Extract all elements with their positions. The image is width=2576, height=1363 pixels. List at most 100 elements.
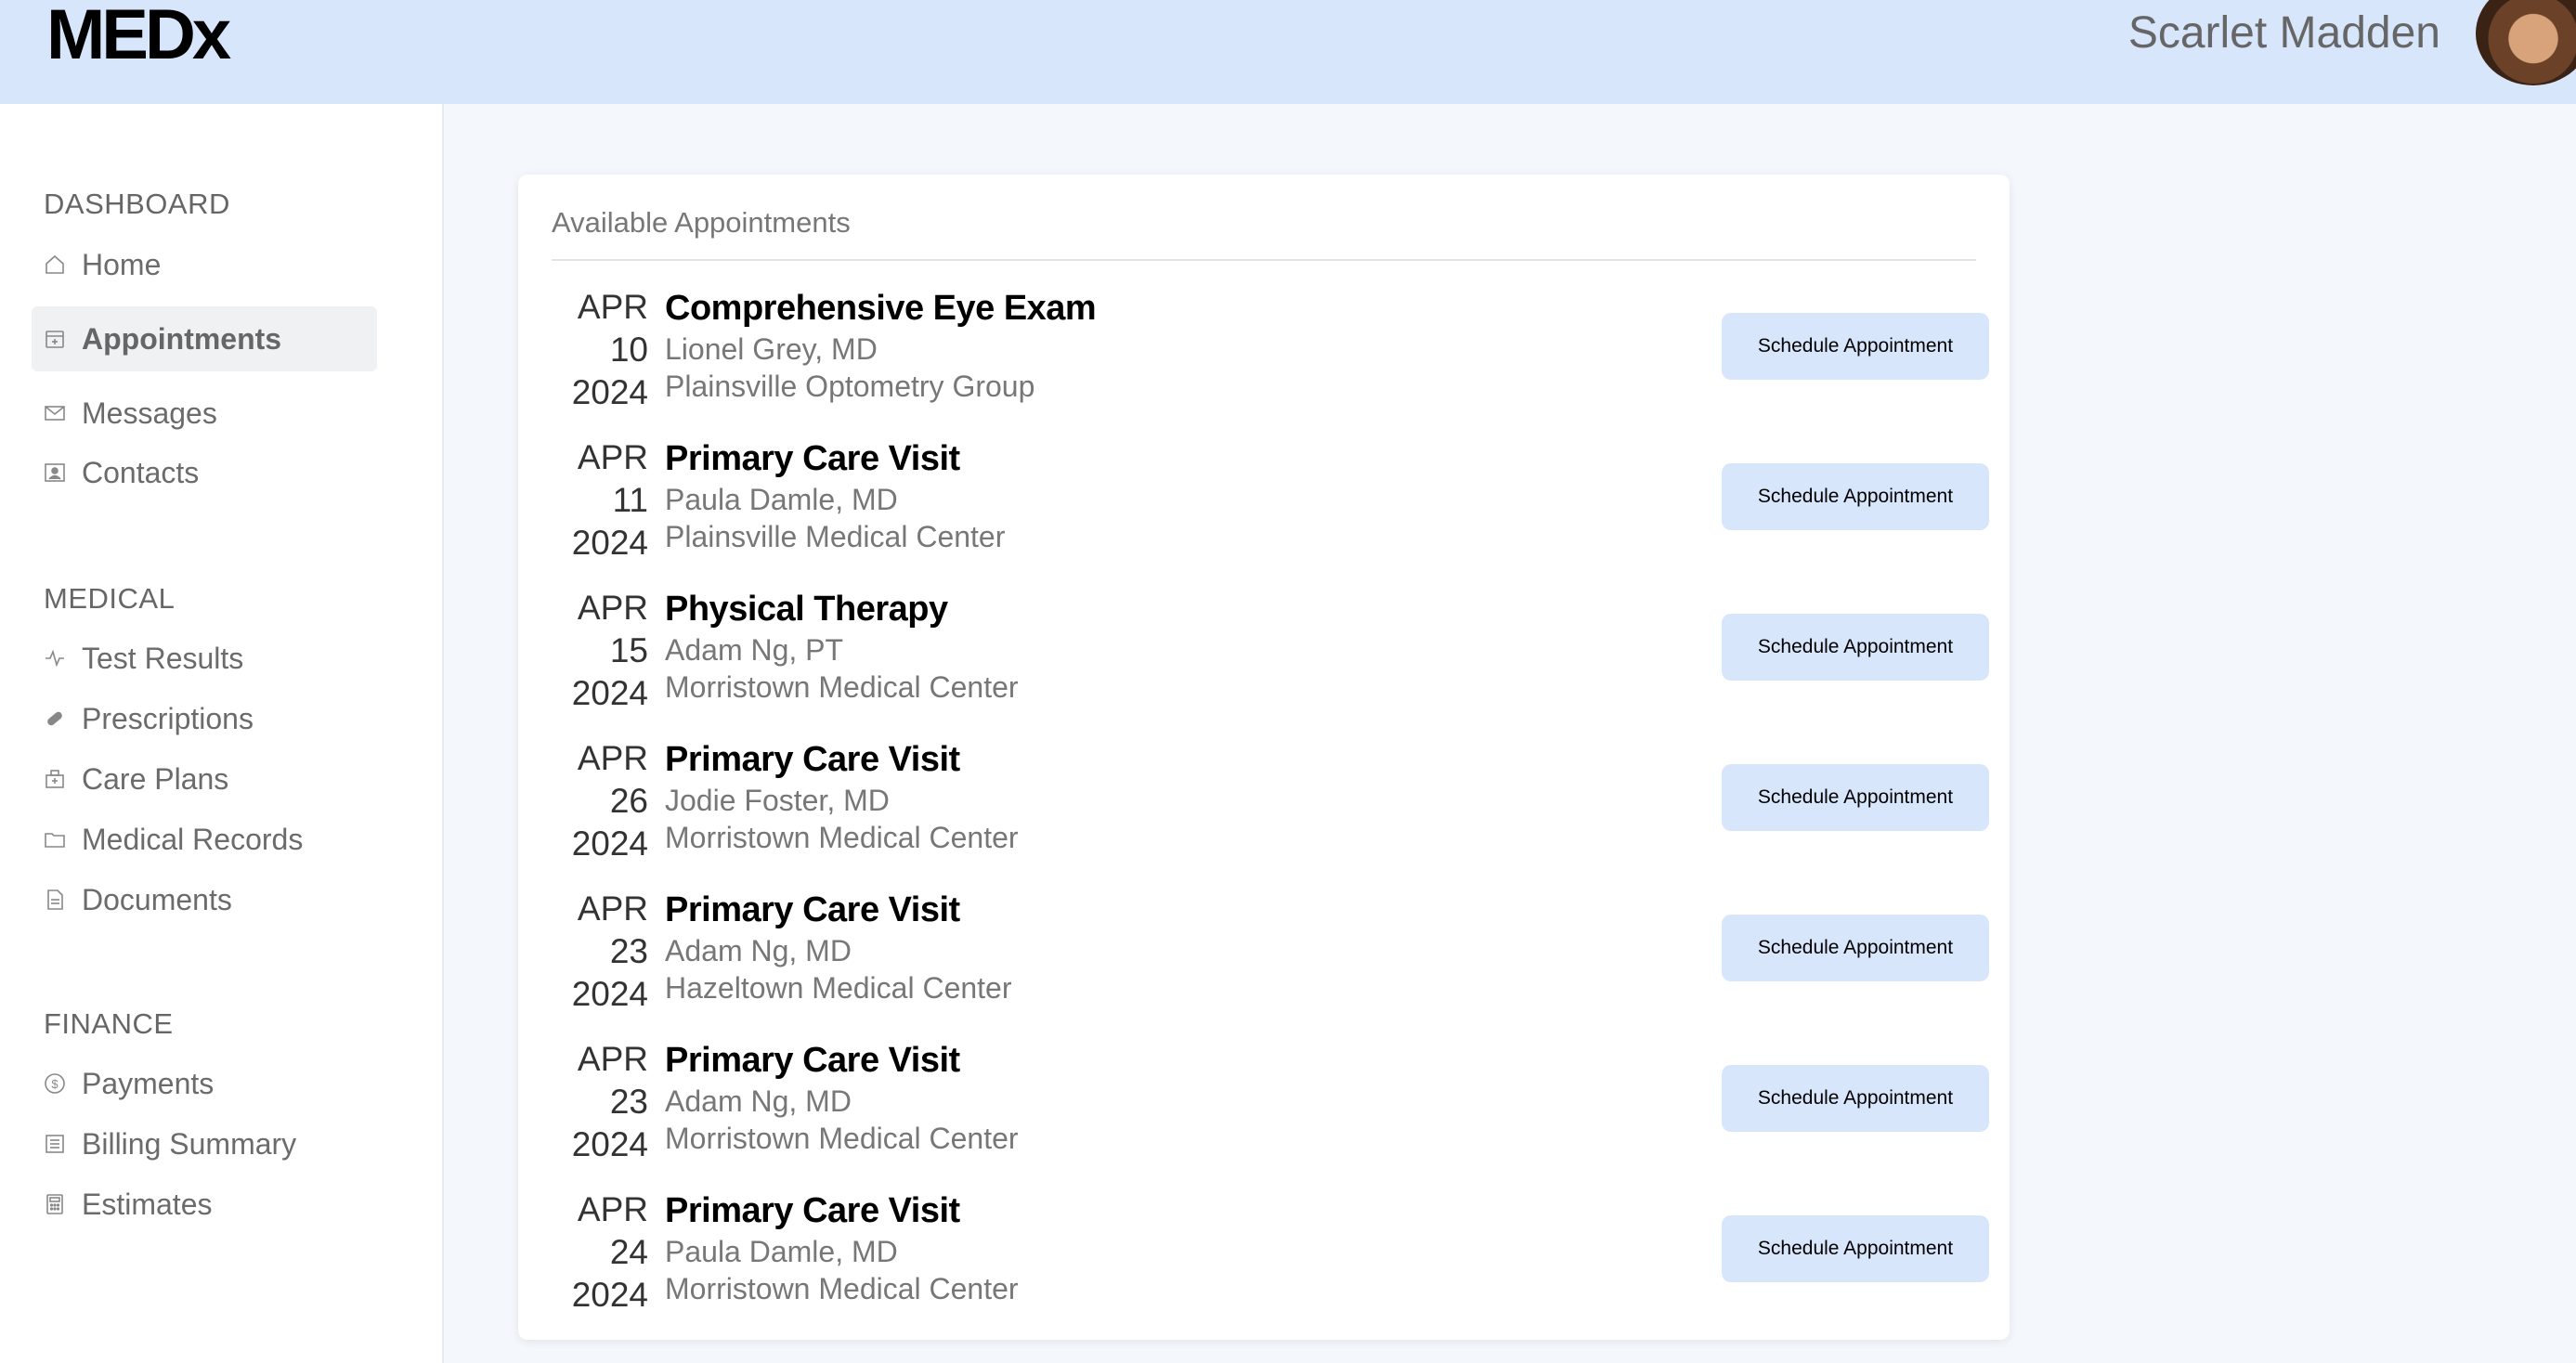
appointment-provider: Adam Ng, PT xyxy=(665,633,844,667)
appointment-row: APR 10 2024 Comprehensive Eye Exam Lione… xyxy=(518,286,2010,436)
date-year: 2024 xyxy=(571,674,648,712)
sidebar-item-documents[interactable]: Documents xyxy=(32,867,377,932)
schedule-appointment-button[interactable]: Schedule Appointment xyxy=(1722,463,1989,530)
appointment-date: APR 26 2024 xyxy=(537,737,648,865)
sidebar-item-label: Documents xyxy=(82,882,232,916)
home-icon xyxy=(43,253,67,277)
appointment-title: Physical Therapy xyxy=(665,590,948,629)
date-month: APR xyxy=(577,1190,648,1228)
appointment-location: Hazeltown Medical Center xyxy=(665,971,1012,1005)
date-month: APR xyxy=(577,1040,648,1078)
top-header: MEDx Scarlet Madden xyxy=(0,0,2576,104)
sidebar-item-label: Home xyxy=(82,247,162,281)
date-month: APR xyxy=(577,889,648,928)
appointment-provider: Paula Damle, MD xyxy=(665,483,898,516)
appointment-date: APR 11 2024 xyxy=(537,436,648,565)
hospital-icon xyxy=(43,767,67,791)
date-day: 10 xyxy=(609,331,648,369)
sidebar-item-label: Care Plans xyxy=(82,761,229,796)
appointment-location: Morristown Medical Center xyxy=(665,821,1019,854)
sidebar-item-payments[interactable]: $ Payments xyxy=(32,1051,377,1116)
svg-text:$: $ xyxy=(51,1077,59,1091)
list-icon xyxy=(43,1132,67,1156)
sidebar-item-home[interactable]: Home xyxy=(32,232,377,297)
section-title-dashboard: DASHBOARD xyxy=(44,188,230,220)
app-logo[interactable]: MEDx xyxy=(46,0,231,75)
sidebar-item-estimates[interactable]: Estimates xyxy=(32,1172,377,1237)
calculator-icon xyxy=(43,1192,67,1216)
envelope-icon xyxy=(43,401,67,425)
appointment-row: APR 23 2024 Primary Care Visit Adam Ng, … xyxy=(518,1038,2010,1188)
appointment-title: Primary Care Visit xyxy=(665,890,960,929)
appointment-provider: Paula Damle, MD xyxy=(665,1235,898,1268)
sidebar: DASHBOARD Home Appointments Messages Con… xyxy=(0,104,444,1363)
date-day: 26 xyxy=(609,782,648,820)
appointment-provider: Jodie Foster, MD xyxy=(665,784,890,817)
date-year: 2024 xyxy=(571,1276,648,1314)
date-day: 23 xyxy=(609,1083,648,1121)
sidebar-item-prescriptions[interactable]: Prescriptions xyxy=(32,686,377,751)
appointment-date: APR 15 2024 xyxy=(537,587,648,715)
appointment-info: Primary Care Visit Adam Ng, MD Hazeltown… xyxy=(665,888,1012,1006)
sidebar-item-messages[interactable]: Messages xyxy=(32,381,377,446)
appointment-date: APR 24 2024 xyxy=(537,1188,648,1317)
avatar[interactable] xyxy=(2476,0,2576,85)
appointment-title: Primary Care Visit xyxy=(665,1041,960,1080)
appointment-row: APR 15 2024 Physical Therapy Adam Ng, PT… xyxy=(518,587,2010,737)
schedule-appointment-button[interactable]: Schedule Appointment xyxy=(1722,1065,1989,1132)
schedule-appointment-button[interactable]: Schedule Appointment xyxy=(1722,764,1989,831)
sidebar-item-care-plans[interactable]: Care Plans xyxy=(32,746,377,811)
appointment-title: Comprehensive Eye Exam xyxy=(665,289,1097,328)
sidebar-item-label: Messages xyxy=(82,396,217,430)
sidebar-item-test-results[interactable]: Test Results xyxy=(32,626,377,691)
appointment-row: APR 26 2024 Primary Care Visit Jodie Fos… xyxy=(518,737,2010,888)
appointment-row: APR 11 2024 Primary Care Visit Paula Dam… xyxy=(518,436,2010,587)
appointment-title: Primary Care Visit xyxy=(665,1191,960,1230)
appointment-location: Plainsville Medical Center xyxy=(665,520,1006,553)
date-year: 2024 xyxy=(571,373,648,411)
schedule-appointment-button[interactable]: Schedule Appointment xyxy=(1722,1215,1989,1282)
sidebar-item-billing-summary[interactable]: Billing Summary xyxy=(32,1111,377,1176)
date-day: 24 xyxy=(609,1233,648,1271)
user-name[interactable]: Scarlet Madden xyxy=(2128,7,2440,58)
sidebar-item-label: Billing Summary xyxy=(82,1126,297,1161)
date-day: 23 xyxy=(609,932,648,970)
date-year: 2024 xyxy=(571,1125,648,1163)
sidebar-item-label: Contacts xyxy=(82,455,200,489)
appointment-info: Comprehensive Eye Exam Lionel Grey, MD P… xyxy=(665,286,1097,405)
schedule-appointment-button[interactable]: Schedule Appointment xyxy=(1722,614,1989,681)
folder-icon xyxy=(43,827,67,851)
appointment-date: APR 23 2024 xyxy=(537,1038,648,1166)
date-month: APR xyxy=(577,438,648,476)
sidebar-item-label: Estimates xyxy=(82,1187,213,1221)
appointment-row: APR 23 2024 Primary Care Visit Adam Ng, … xyxy=(518,888,2010,1038)
appointments-card: Available Appointments APR 10 2024 Compr… xyxy=(518,175,2010,1340)
date-year: 2024 xyxy=(571,975,648,1013)
schedule-appointment-button[interactable]: Schedule Appointment xyxy=(1722,313,1989,380)
sidebar-item-contacts[interactable]: Contacts xyxy=(32,440,377,505)
appointment-row: APR 24 2024 Primary Care Visit Paula Dam… xyxy=(518,1188,2010,1339)
calendar-icon xyxy=(43,327,67,351)
date-year: 2024 xyxy=(571,524,648,562)
schedule-appointment-button[interactable]: Schedule Appointment xyxy=(1722,915,1989,981)
sidebar-item-medical-records[interactable]: Medical Records xyxy=(32,807,377,872)
section-title-finance: FINANCE xyxy=(44,1007,174,1040)
appointment-location: Morristown Medical Center xyxy=(665,670,1019,704)
date-month: APR xyxy=(577,288,648,326)
divider xyxy=(552,259,1976,261)
appointment-info: Primary Care Visit Adam Ng, MD Morristow… xyxy=(665,1038,1019,1157)
section-title-medical: MEDICAL xyxy=(44,582,176,615)
document-icon xyxy=(43,888,67,912)
contact-card-icon xyxy=(43,461,67,485)
sidebar-item-appointments[interactable]: Appointments xyxy=(32,306,377,371)
date-month: APR xyxy=(577,739,648,777)
appointment-location: Morristown Medical Center xyxy=(665,1272,1019,1305)
appointment-location: Morristown Medical Center xyxy=(665,1122,1019,1155)
appointment-info: Primary Care Visit Paula Damle, MD Plain… xyxy=(665,436,1005,555)
sidebar-item-label: Test Results xyxy=(82,641,244,675)
date-year: 2024 xyxy=(571,824,648,863)
date-day: 15 xyxy=(609,631,648,669)
appointment-title: Primary Care Visit xyxy=(665,740,960,779)
sidebar-item-label: Prescriptions xyxy=(82,701,254,735)
card-title: Available Appointments xyxy=(552,206,851,239)
